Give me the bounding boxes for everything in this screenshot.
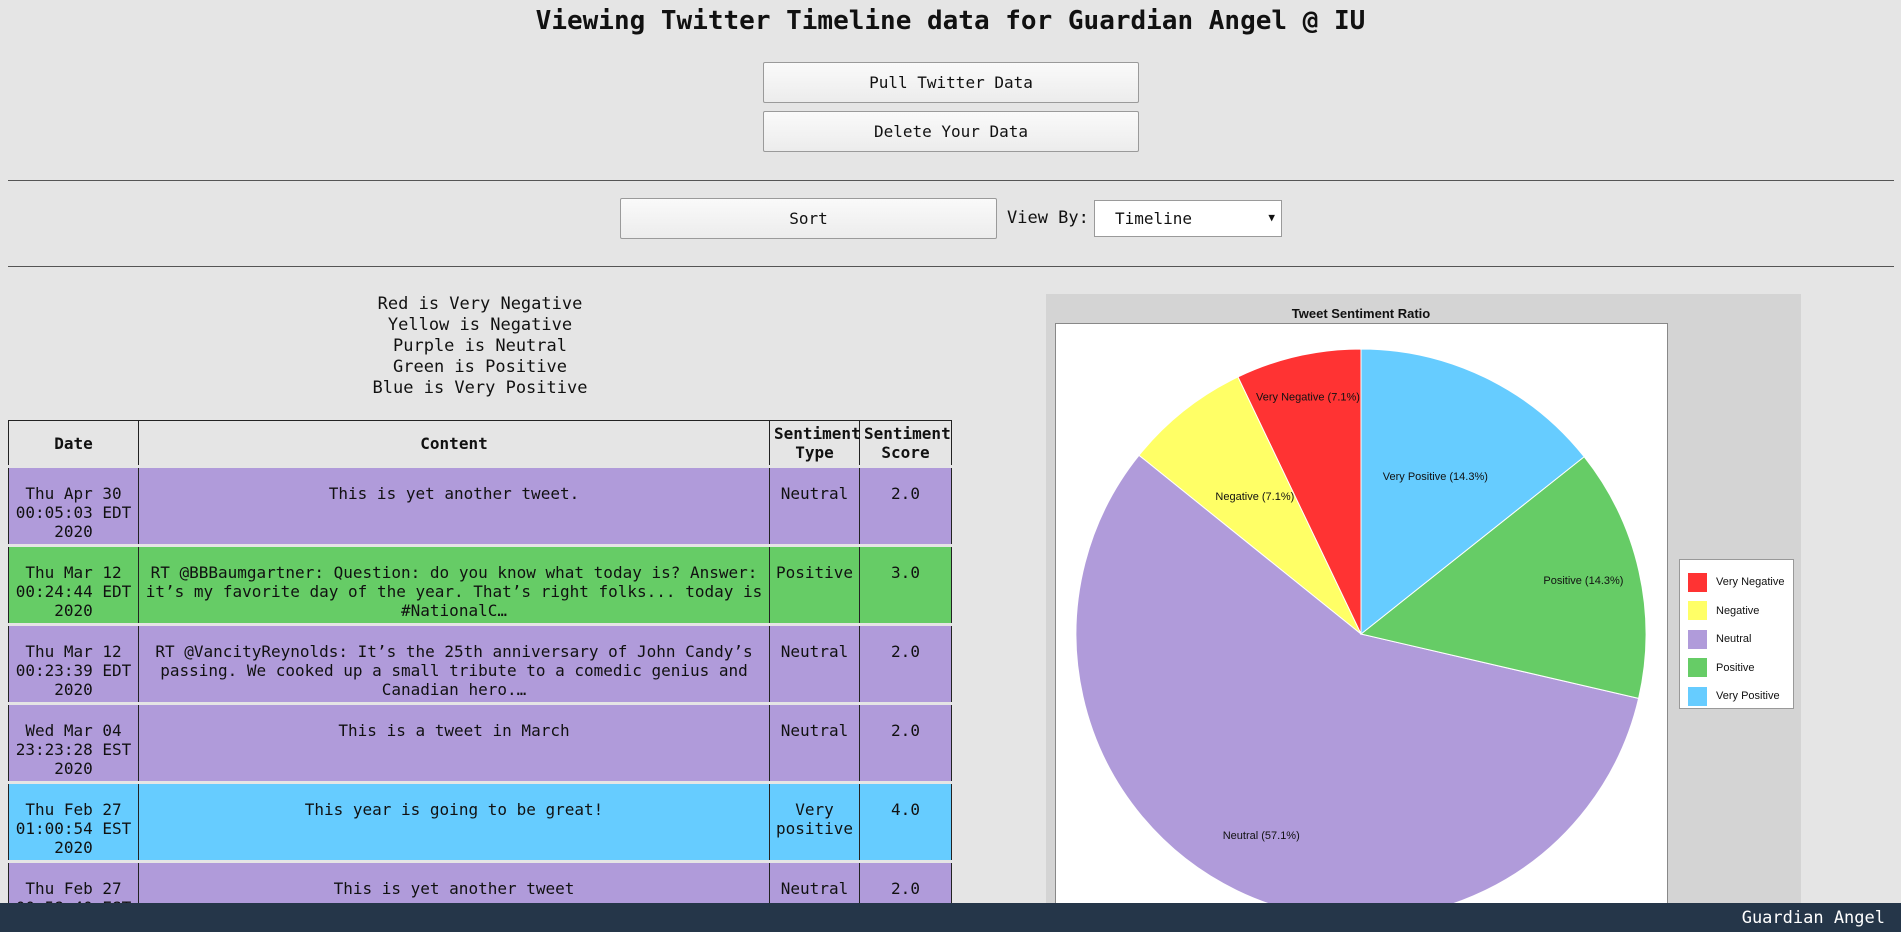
- sort-button[interactable]: Sort: [620, 198, 997, 239]
- chart-legend-item: Very Positive: [1680, 682, 1793, 711]
- chart-legend-item: Neutral: [1680, 625, 1793, 654]
- pie-slice-label: Neutral (57.1%): [1223, 830, 1300, 842]
- header-date[interactable]: Date: [8, 420, 139, 467]
- table-row: Thu Mar 12 00:23:39 EDT 2020 RT @VancityR…: [8, 624, 952, 704]
- table-row: Thu Mar 12 00:24:44 EDT 2020 RT @BBBaumga…: [8, 545, 952, 625]
- legend-label: Very Positive: [1716, 690, 1780, 703]
- table-row: Thu Apr 30 00:05:03 EDT 2020 This is yet …: [8, 466, 952, 546]
- sentiment-type-cell: Very positive: [769, 782, 860, 862]
- content-cell: RT @BBBaumgartner: Question: do you know…: [138, 545, 770, 625]
- sentiment-score-cell: 2.0: [859, 466, 952, 546]
- color-legend-item: Yellow is Negative: [387, 315, 573, 335]
- chart-legend-item: Very Negative: [1680, 568, 1793, 597]
- sentiment-score-cell: 4.0: [859, 782, 952, 862]
- sentiment-type-cell: Positive: [769, 545, 860, 625]
- legend-label: Neutral: [1716, 633, 1752, 646]
- chart-title: Tweet Sentiment Ratio: [1291, 306, 1431, 321]
- color-legend-item: Green is Positive: [393, 357, 567, 377]
- sentiment-type-cell: Neutral: [769, 624, 860, 704]
- pie-chart: Very Negative (7.1%) Negative (7.1%) Neutr…: [1075, 348, 1647, 920]
- sentiment-score-cell: 2.0: [859, 703, 952, 783]
- legend-label: Negative: [1716, 604, 1760, 617]
- legend-swatch: [1688, 572, 1707, 592]
- delete-your-data-button[interactable]: Delete Your Data: [763, 111, 1139, 152]
- sentiment-score-cell: 3.0: [859, 545, 952, 625]
- table-header-row: Date Content Sentiment Type Sentiment Sc…: [8, 420, 952, 467]
- chart-legend: Very Negative Negative Neutral Positive Very…: [1679, 559, 1794, 709]
- tweet-table-body: Thu Apr 30 00:05:03 EDT 2020 This is yet …: [8, 466, 952, 932]
- table-row: Thu Feb 27 01:00:54 EST 2020 This year is…: [8, 782, 952, 862]
- table-row: Wed Mar 04 23:23:28 EST 2020 This is a tw…: [8, 703, 952, 783]
- color-legend-item: Blue is Very Positive: [372, 378, 588, 398]
- pie-slice-label: Positive (14.3%): [1543, 575, 1623, 587]
- page-title: Viewing Twitter Timeline data for Guardi…: [535, 6, 1366, 36]
- chart-legend-item: Positive: [1680, 654, 1793, 683]
- legend-swatch: [1688, 658, 1707, 678]
- color-legend: Red is Very Negative Yellow is Negative …: [8, 294, 952, 399]
- footer: Guardian Angel: [0, 903, 1901, 932]
- app-root: Viewing Twitter Timeline data for Guardi…: [0, 0, 1901, 932]
- legend-swatch: [1688, 629, 1707, 649]
- chart-legend-item: Negative: [1680, 597, 1793, 626]
- dropdown-arrow-icon: ▼: [1268, 211, 1275, 224]
- chart-plot-area: Very Negative (7.1%) Negative (7.1%) Neutr…: [1055, 323, 1668, 925]
- legend-label: Very Negative: [1716, 576, 1785, 589]
- divider: [8, 266, 1894, 267]
- legend-label: Positive: [1716, 661, 1755, 674]
- color-legend-item: Purple is Neutral: [393, 336, 567, 356]
- date-cell: Thu Mar 12 00:24:44 EDT 2020: [8, 545, 139, 625]
- pie-slice-label: Very Positive (14.3%): [1383, 471, 1488, 483]
- content-cell: This is yet another tweet.: [138, 466, 770, 546]
- sentiment-chart-panel: Tweet Sentiment Ratio Very Negative (7.1…: [1046, 294, 1801, 925]
- content-cell: This is a tweet in March: [138, 703, 770, 783]
- tweet-table: Date Content Sentiment Type Sentiment Sc…: [8, 420, 952, 932]
- sentiment-type-cell: Neutral: [769, 703, 860, 783]
- header-sentiment-score[interactable]: Sentiment Score: [859, 420, 952, 467]
- header-sentiment-type[interactable]: Sentiment Type: [769, 420, 861, 467]
- footer-brand: Guardian Angel: [1741, 908, 1885, 928]
- sentiment-type-cell: Neutral: [769, 466, 860, 546]
- legend-swatch: [1688, 601, 1707, 621]
- view-by-label: View By:: [1007, 208, 1089, 228]
- date-cell: Thu Feb 27 01:00:54 EST 2020: [8, 782, 139, 862]
- view-by-select[interactable]: Timeline ▼: [1094, 200, 1282, 237]
- color-legend-item: Red is Very Negative: [377, 294, 583, 314]
- divider: [8, 180, 1894, 181]
- pie-slice-label: Negative (7.1%): [1215, 491, 1294, 503]
- pie-slice-label: Very Negative (7.1%): [1256, 392, 1360, 404]
- header-content[interactable]: Content: [138, 420, 770, 467]
- view-by-selected-value: Timeline: [1115, 209, 1193, 228]
- date-cell: Thu Mar 12 00:23:39 EDT 2020: [8, 624, 139, 704]
- sentiment-score-cell: 2.0: [859, 624, 952, 704]
- legend-swatch: [1688, 686, 1707, 706]
- date-cell: Thu Apr 30 00:05:03 EDT 2020: [8, 466, 139, 546]
- content-cell: This year is going to be great!: [138, 782, 770, 862]
- content-cell: RT @VancityReynolds: It’s the 25th anniv…: [138, 624, 770, 704]
- pull-twitter-data-button[interactable]: Pull Twitter Data: [763, 62, 1139, 103]
- date-cell: Wed Mar 04 23:23:28 EST 2020: [8, 703, 139, 783]
